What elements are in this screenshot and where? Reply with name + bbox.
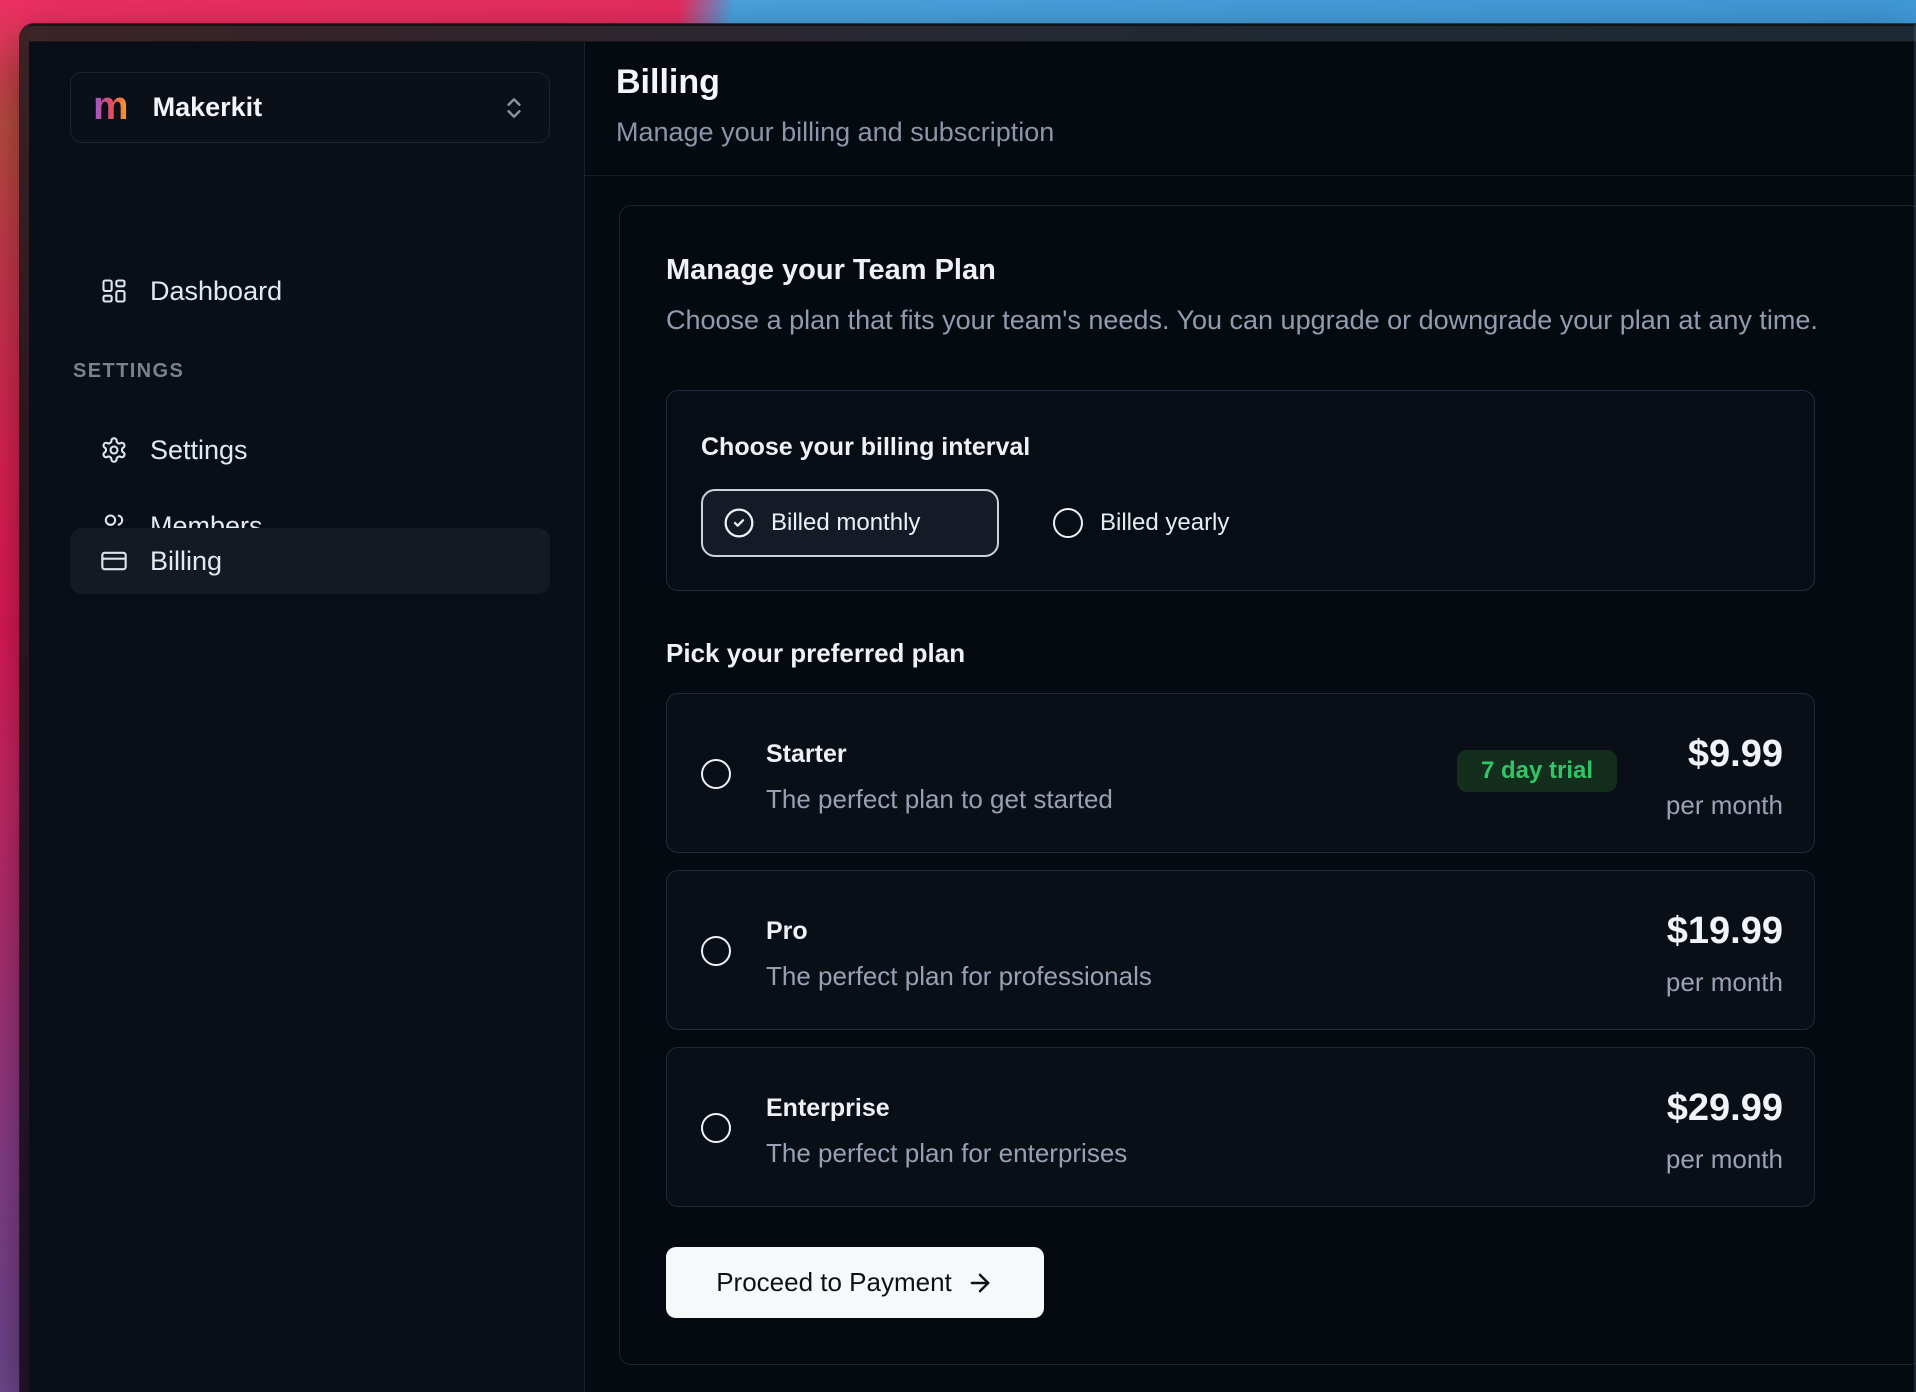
main-content: Billing Manage your billing and subscrip… <box>585 42 1916 1392</box>
proceed-to-payment-button[interactable]: Proceed to Payment <box>666 1247 1044 1318</box>
makerkit-logo: m <box>93 86 129 126</box>
check-circle-icon <box>723 507 755 539</box>
credit-card-icon <box>100 547 128 575</box>
plan-row-starter[interactable]: Starter The perfect plan to get started … <box>666 693 1815 853</box>
plan-description: The perfect plan for professionals <box>766 960 1152 992</box>
workspace-name: Makerkit <box>153 92 263 123</box>
window-left-edge <box>20 24 29 1392</box>
sidebar-item-dashboard[interactable]: Dashboard <box>70 261 550 321</box>
plan-row-pro[interactable]: Pro The perfect plan for professionals $… <box>666 870 1815 1030</box>
header-divider <box>585 175 1916 176</box>
proceed-to-payment-label: Proceed to Payment <box>716 1267 952 1298</box>
app-window: m Makerkit Dashboard SETTINGS <box>20 24 1916 1392</box>
layout-dashboard-icon <box>100 277 128 305</box>
plan-name: Starter <box>766 739 847 769</box>
plan-period: per month <box>1666 966 1783 998</box>
plan-period: per month <box>1666 1143 1783 1175</box>
chevrons-up-down-icon <box>501 95 527 121</box>
plan-description: The perfect plan for enterprises <box>766 1137 1127 1169</box>
wallpaper-left-strip <box>0 0 22 1392</box>
sidebar-item-settings[interactable]: Settings <box>70 420 550 480</box>
plan-price: $19.99 <box>1667 909 1783 953</box>
radio-circle-icon[interactable] <box>701 1113 731 1143</box>
radio-circle-icon[interactable] <box>701 936 731 966</box>
page-title: Billing <box>616 60 720 104</box>
plan-price: $29.99 <box>1667 1086 1783 1130</box>
app-body: m Makerkit Dashboard SETTINGS <box>29 42 1916 1392</box>
page-subtitle: Manage your billing and subscription <box>616 114 1054 150</box>
plan-price: $9.99 <box>1688 732 1783 776</box>
workspace-selector[interactable]: m Makerkit <box>70 72 550 143</box>
billed-yearly-option[interactable]: Billed yearly <box>1053 489 1229 557</box>
billed-monthly-option[interactable]: Billed monthly <box>701 489 999 557</box>
sidebar-item-label: Dashboard <box>150 276 282 307</box>
plan-period: per month <box>1666 789 1783 821</box>
radio-circle-icon <box>1053 508 1083 538</box>
card-subtitle: Choose a plan that fits your team's need… <box>666 305 1818 336</box>
desktop: m Makerkit Dashboard SETTINGS <box>0 0 1916 1392</box>
team-plan-card: Manage your Team Plan Choose a plan that… <box>619 205 1916 1365</box>
plan-name: Pro <box>766 916 808 946</box>
sidebar: m Makerkit Dashboard SETTINGS <box>29 42 585 1392</box>
billed-monthly-label: Billed monthly <box>771 509 920 537</box>
window-titlebar <box>20 24 1916 42</box>
card-title: Manage your Team Plan <box>666 254 996 287</box>
sidebar-item-label: Settings <box>150 435 248 466</box>
gear-icon <box>100 436 128 464</box>
billed-yearly-label: Billed yearly <box>1100 509 1229 537</box>
plan-row-enterprise[interactable]: Enterprise The perfect plan for enterpri… <box>666 1047 1815 1207</box>
billing-interval-box: Choose your billing interval Billed mont… <box>666 390 1815 591</box>
plan-description: The perfect plan to get started <box>766 783 1113 815</box>
trial-badge: 7 day trial <box>1457 750 1617 792</box>
arrow-right-icon <box>966 1269 994 1297</box>
radio-circle-icon[interactable] <box>701 759 731 789</box>
plan-name: Enterprise <box>766 1093 890 1123</box>
sidebar-item-billing[interactable]: Billing <box>70 528 550 594</box>
pick-plan-label: Pick your preferred plan <box>666 638 965 669</box>
billing-interval-heading: Choose your billing interval <box>701 433 1030 462</box>
sidebar-section-settings: SETTINGS <box>73 360 184 383</box>
sidebar-item-label: Billing <box>150 546 222 577</box>
